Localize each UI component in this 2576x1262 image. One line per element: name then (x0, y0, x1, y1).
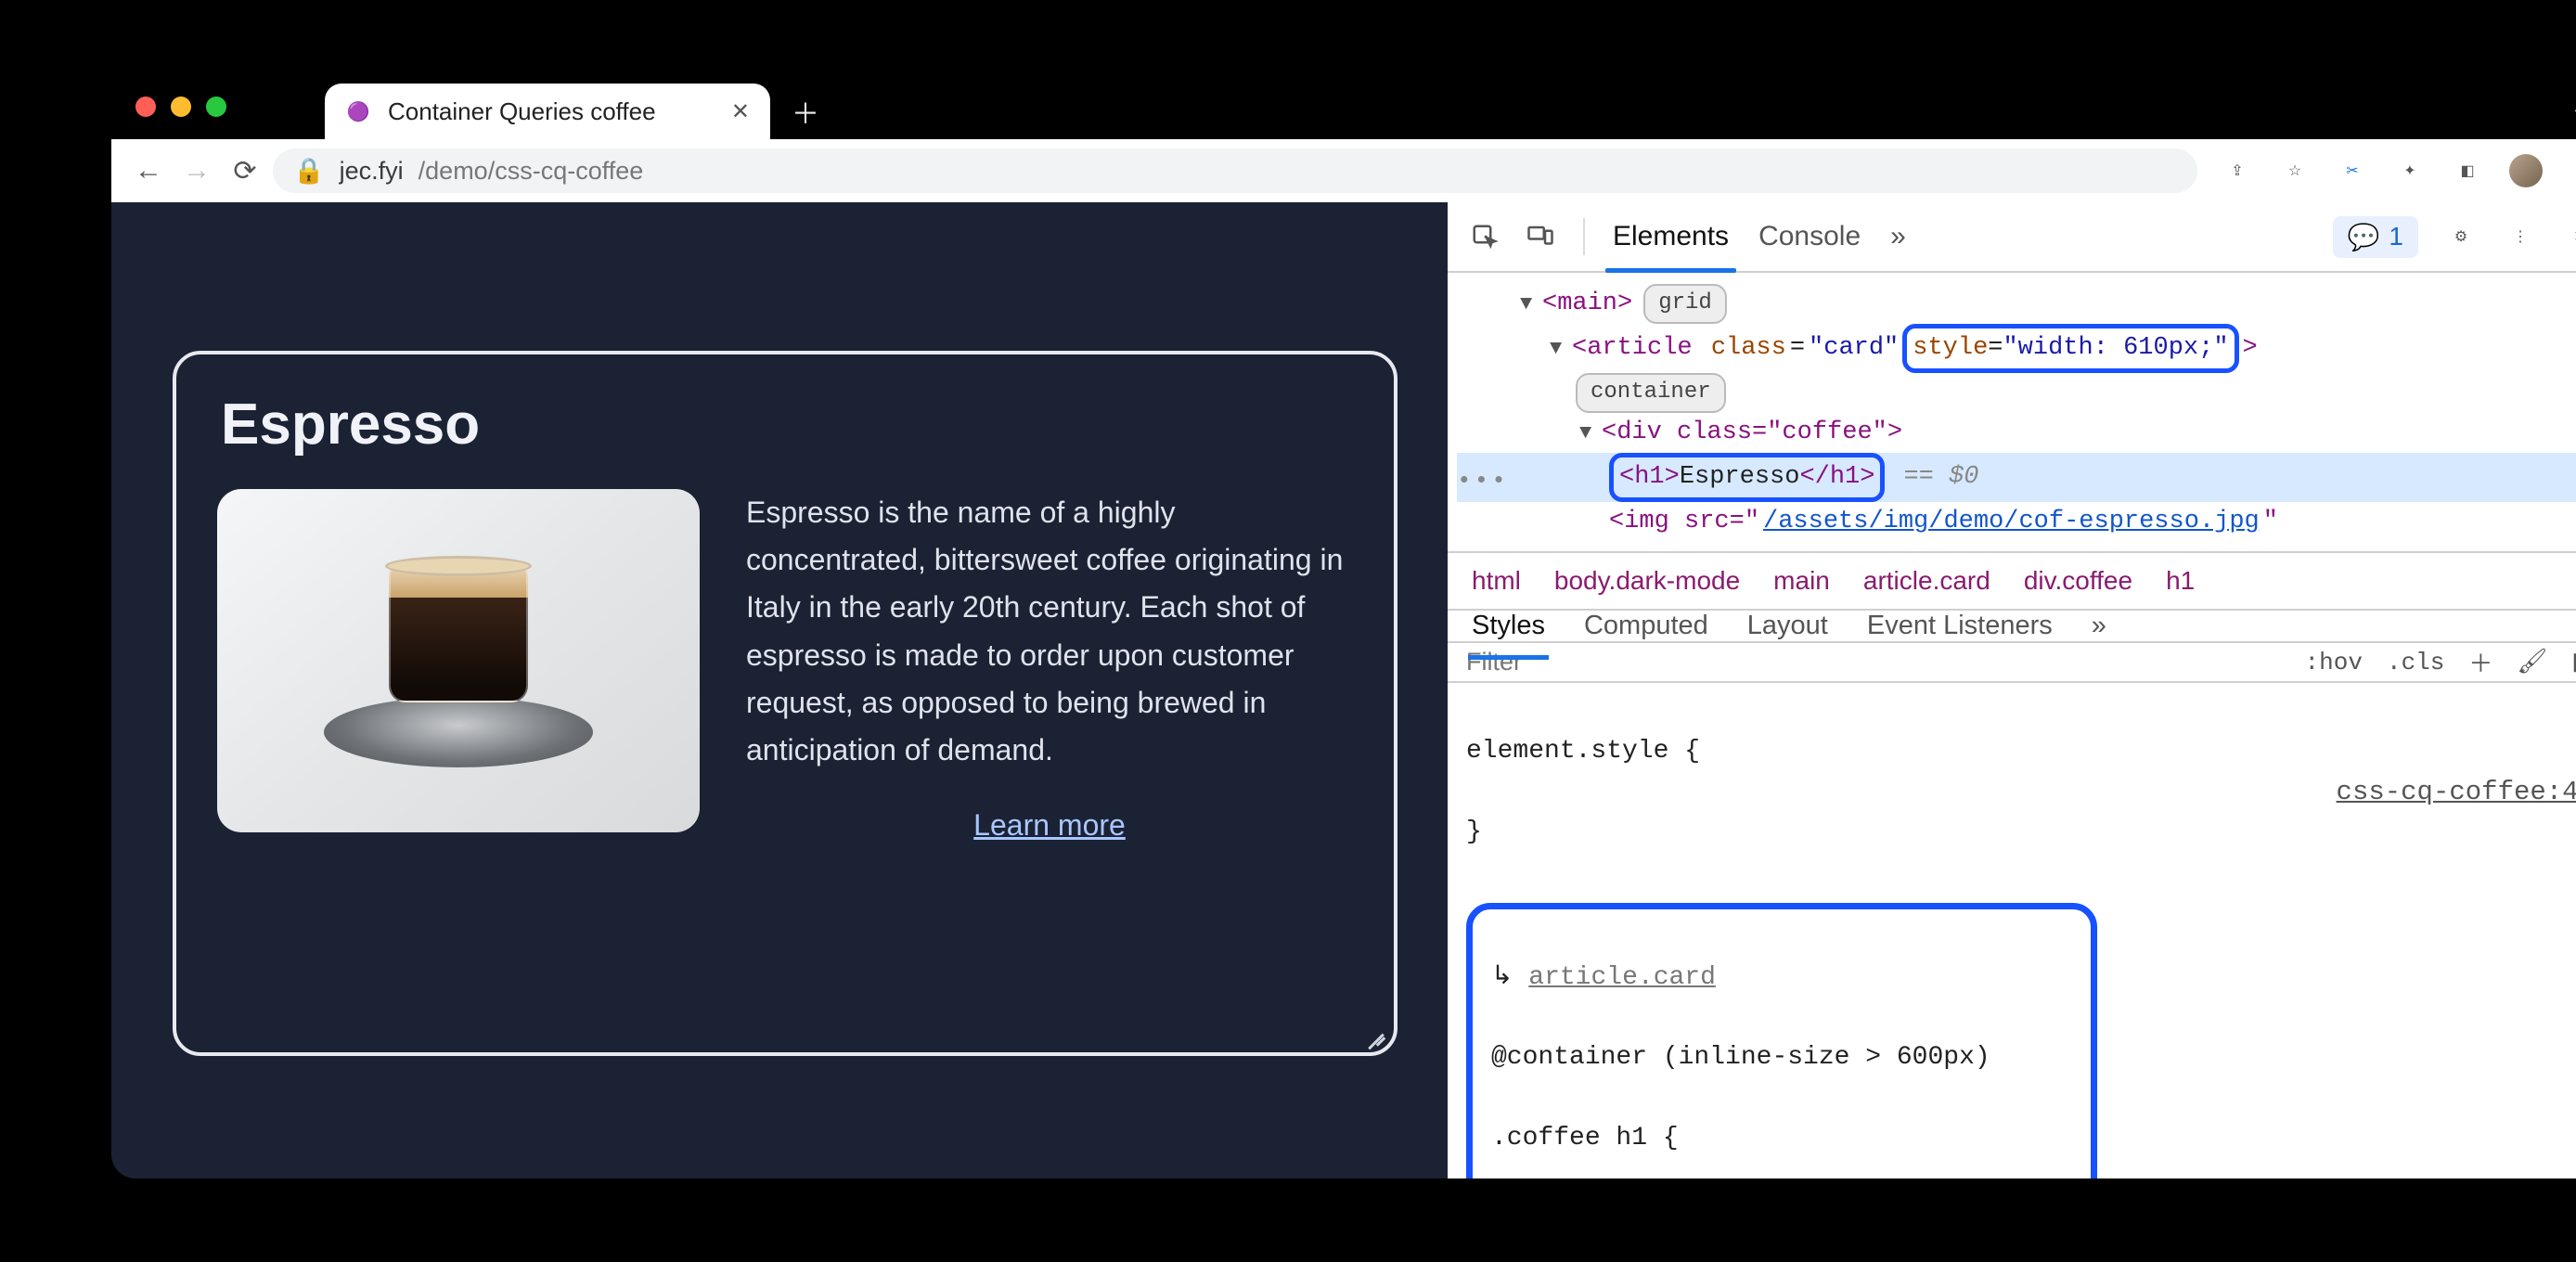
subtab-styles[interactable]: Styles (1472, 611, 1545, 641)
bookmark-icon[interactable]: ☆ (2279, 155, 2311, 187)
share-icon[interactable]: ⇪ (2222, 155, 2253, 187)
rule-selector: .coffee h1 { (1491, 1124, 1679, 1153)
maximize-window-button[interactable] (206, 97, 226, 117)
settings-icon[interactable]: ⚙ (2444, 220, 2478, 253)
devtools-kebab-icon[interactable]: ⋮ (2504, 220, 2537, 253)
scissors-icon[interactable]: ✂ (2337, 155, 2368, 187)
lock-icon: 🔒 (293, 156, 325, 186)
url-path: /demo/css-cq-coffee (419, 157, 644, 186)
crumb[interactable]: article.card (1863, 566, 1990, 596)
tab-elements[interactable]: Elements (1611, 202, 1731, 271)
dom-tree[interactable]: ••• ▼<main>grid ▼<article class="card" s… (1448, 273, 2576, 553)
url-field[interactable]: 🔒 jec.fyi/demo/css-cq-coffee (273, 148, 2197, 193)
card-title: Espresso (221, 392, 1353, 457)
subtab-event-listeners[interactable]: Event Listeners (1867, 611, 2053, 641)
issues-icon: 💬 (2348, 222, 2380, 252)
kebab-menu-icon[interactable]: ⋮ (2569, 155, 2576, 187)
element-style-close: } (1466, 818, 1482, 846)
subtab-layout[interactable]: Layout (1747, 611, 1828, 641)
breadcrumbs[interactable]: html body.dark-mode main article.card di… (1448, 553, 2576, 611)
crumb[interactable]: div.coffee (2024, 566, 2132, 596)
crumb[interactable]: main (1773, 566, 1830, 596)
paint-icon[interactable]: 🖌 (2513, 646, 2551, 678)
card-text: Espresso is the name of a highly concent… (746, 489, 1353, 849)
url-host: jec.fyi (340, 157, 404, 186)
minimize-window-button[interactable] (171, 97, 191, 117)
favicon-icon: 🟣 (345, 98, 371, 124)
hov-toggle[interactable]: :hov (2301, 647, 2366, 678)
back-button[interactable]: ← (128, 150, 169, 191)
devtools-panel: Elements Console » 💬 1 ⚙ ⋮ ✕ ••• ▼<main>… (1448, 202, 2576, 1178)
styles-pane[interactable]: element.style { } ↳ article.card @contai… (1448, 683, 2576, 1178)
card-description: Espresso is the name of a highly concent… (746, 496, 1343, 766)
devtools-toolbar: Elements Console » 💬 1 ⚙ ⋮ ✕ (1448, 202, 2576, 273)
address-bar: ← → ⟳ 🔒 jec.fyi/demo/css-cq-coffee ⇪ ☆ ✂… (111, 139, 2576, 202)
browser-window: 🟣 Container Queries coffee ✕ ＋ ⌄ ← → ⟳ 🔒… (111, 74, 2576, 1178)
issues-badge[interactable]: 💬 1 (2333, 216, 2418, 258)
subtab-computed[interactable]: Computed (1584, 611, 1708, 641)
tab-more[interactable]: » (1888, 202, 1908, 271)
coffee-card: Espresso Espresso is the name of a highl… (173, 351, 1397, 1056)
element-style-open: element.style { (1466, 737, 1700, 766)
subtab-more[interactable]: » (2092, 611, 2106, 641)
cls-toggle[interactable]: .cls (2383, 647, 2448, 678)
profile-avatar[interactable] (2509, 154, 2543, 187)
content-area: Espresso Espresso is the name of a highl… (111, 202, 2576, 1178)
new-tab-button[interactable]: ＋ (789, 95, 822, 128)
toolbar-icons: ⇪ ☆ ✂ ✦ ◧ ⋮ (2222, 154, 2576, 187)
tab-console[interactable]: Console (1757, 202, 1862, 271)
window-controls (135, 97, 226, 117)
styles-filter-row: :hov .cls ＋ 🖌 ◧ (1448, 643, 2576, 683)
reload-button[interactable]: ⟳ (225, 150, 265, 191)
styles-subtabs: Styles Computed Layout Event Listeners » (1448, 611, 2576, 643)
container-query-rule: ↳ article.card @container (inline-size >… (1466, 903, 2097, 1178)
titlebar: 🟣 Container Queries coffee ✕ ＋ ⌄ (111, 74, 2576, 139)
styles-filter-input[interactable] (1466, 648, 2283, 676)
browser-tab[interactable]: 🟣 Container Queries coffee ✕ (325, 84, 770, 139)
crumb[interactable]: html (1472, 566, 1521, 596)
issues-count: 1 (2389, 222, 2403, 251)
new-rule-button[interactable]: ＋ (2465, 643, 2496, 681)
extensions-icon[interactable]: ✦ (2394, 155, 2426, 187)
rule-ancestor-link[interactable]: article.card (1528, 963, 1716, 992)
close-devtools-button[interactable]: ✕ (2563, 220, 2576, 253)
tabs-chevron-icon[interactable]: ⌄ (2570, 95, 2576, 122)
close-window-button[interactable] (135, 97, 156, 117)
toggle-sidebar-icon[interactable]: ◧ (2568, 646, 2576, 678)
tab-title: Container Queries coffee (388, 97, 715, 126)
crumb[interactable]: h1 (2166, 566, 2195, 596)
rule-container-query: @container (inline-size > 600px) (1491, 1043, 1990, 1072)
coffee-image (217, 489, 700, 832)
side-panel-icon[interactable]: ◧ (2452, 155, 2483, 187)
rule-source-link[interactable]: css-cq-coffee:45 (2337, 772, 2576, 814)
learn-more-link[interactable]: Learn more (746, 802, 1353, 849)
resize-handle-icon[interactable] (1366, 1024, 1386, 1045)
rendered-page: Espresso Espresso is the name of a highl… (111, 202, 1448, 1178)
selected-dom-node[interactable]: <h1>Espresso</h1>== $0 (1457, 453, 2576, 502)
close-tab-button[interactable]: ✕ (731, 98, 750, 125)
forward-button[interactable]: → (176, 150, 217, 191)
ellipsis-icon: ••• (1457, 462, 1509, 501)
inspect-icon[interactable] (1468, 220, 1501, 253)
device-toolbar-icon[interactable] (1524, 220, 1557, 253)
crumb[interactable]: body.dark-mode (1554, 566, 1740, 596)
